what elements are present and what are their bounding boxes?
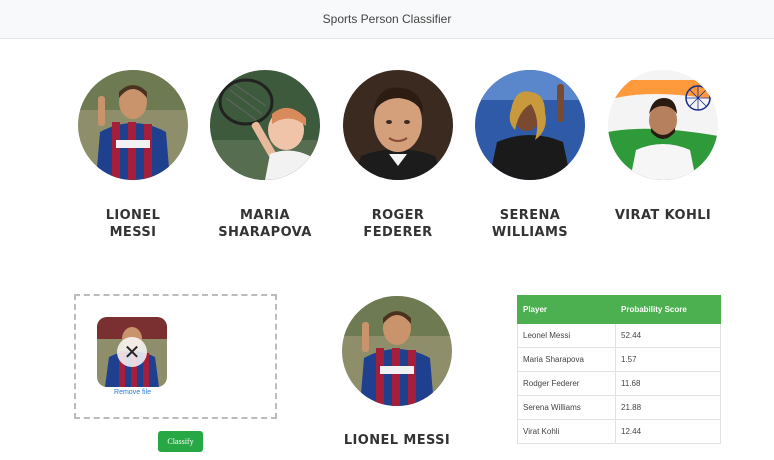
kohli-photo [608,70,718,180]
federer-photo [343,70,453,180]
navbar-title: Sports Person Classifier [322,12,452,26]
score-cell: 12.44 [615,419,721,444]
player-card-federer: ROGER FEDERER [331,70,465,241]
score-cell: 52.44 [615,323,721,348]
player-name: SERENA WILLIAMS [491,208,569,240]
player-cell: Virat Kohli [517,419,616,444]
player-card-kohli: VIRAT KOHLI [596,70,730,224]
score-cell: 11.68 [615,371,721,396]
result-player-name: LIONEL MESSI [343,433,451,448]
close-icon[interactable]: ✕ [117,337,147,367]
column-header-probability: Probability Score [615,295,721,324]
table-header-row: Player Probability Score [517,295,721,324]
player-card-messi: LIONEL MESSI [66,70,200,241]
score-cell: 1.57 [615,347,721,372]
player-name: VIRAT KOHLI [614,208,712,223]
player-cell: Serena Williams [517,395,616,420]
navbar: Sports Person Classifier [0,0,774,39]
table-row: Leonel Messi 52.44 [517,323,721,348]
sharapova-photo [210,70,320,180]
classify-button[interactable]: Classify [158,431,203,452]
player-name: MARIA SHARAPOVA [218,208,312,240]
player-cell: Maria Sharapova [517,347,616,372]
column-header-player: Player [517,295,616,324]
result-photo [342,296,452,406]
upload-dropzone[interactable]: ✕ Remove file [74,294,277,419]
table-row: Virat Kohli 12.44 [517,419,721,444]
player-name: ROGER FEDERER [363,208,433,240]
player-name: LIONEL MESSI [105,208,161,240]
player-card-sharapova: MARIA SHARAPOVA [198,70,332,241]
messi-photo [78,70,188,180]
remove-file-link[interactable]: Remove file [76,389,189,396]
player-cell: Leonel Messi [517,323,616,348]
probability-table: Player Probability Score Leonel Messi 52… [517,295,721,444]
serena-photo [475,70,585,180]
player-card-serena: SERENA WILLIAMS [463,70,597,241]
table-row: Serena Williams 21.88 [517,395,721,420]
player-cell: Rodger Federer [517,371,616,396]
score-cell: 21.88 [615,395,721,420]
table-row: Rodger Federer 11.68 [517,371,721,396]
uploaded-image-thumbnail: ✕ [97,317,167,387]
table-row: Maria Sharapova 1.57 [517,347,721,372]
